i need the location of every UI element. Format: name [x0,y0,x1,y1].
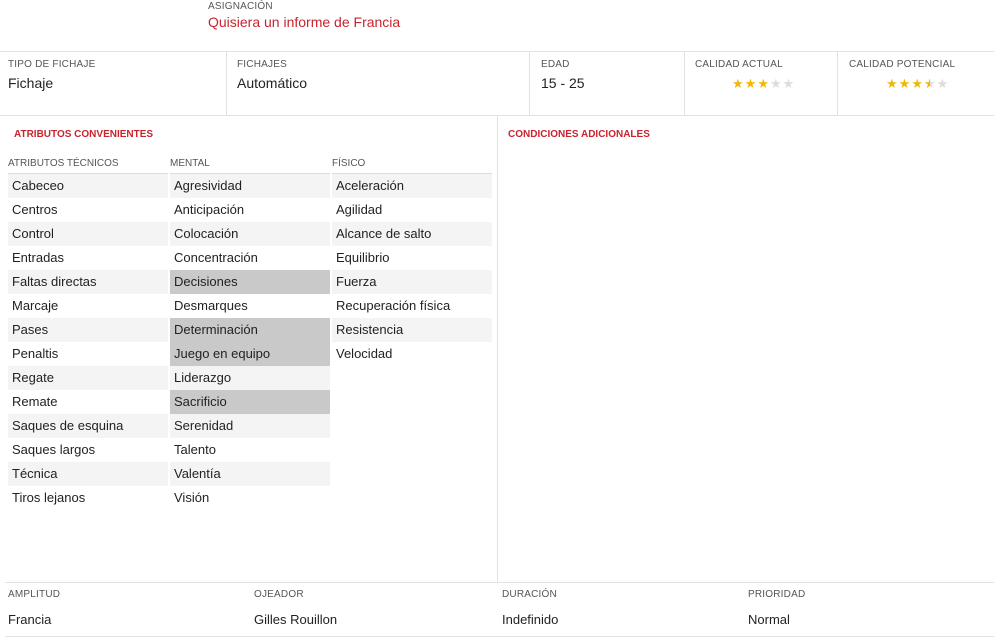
star-icon: ★ [732,76,744,91]
attribute-item[interactable]: Agresividad [170,174,330,198]
assignment-link[interactable]: Quisiera un informe de Francia [208,14,400,30]
attribute-item[interactable]: Velocidad [332,342,492,366]
calidad-potencial-label: CALIDAD POTENCIAL [849,59,956,70]
prioridad-value: Normal [748,612,790,627]
star-icon: ★ [782,76,795,91]
star-icon: ★ [886,76,898,91]
edad-label: EDAD [541,59,570,70]
attribute-item[interactable]: Sacrificio [170,390,330,414]
tecnicos-list: Cabeceo Centros Control Entradas Faltas dire… [8,174,168,510]
star-icon: ★ [936,76,949,91]
attribute-item[interactable]: Pases [8,318,168,342]
star-icon: ★ [744,76,757,91]
star-icon: ★ [898,76,911,91]
fisico-header: FÍSICO [332,158,366,169]
fisico-list: Aceleración Agilidad Alcance de salto Equil… [332,174,492,366]
attribute-item[interactable]: Remate [8,390,168,414]
atributos-section-title: ATRIBUTOS CONVENIENTES [14,129,154,140]
attribute-item[interactable]: Determinación [170,318,330,342]
tipo-value: Fichaje [8,75,54,91]
calidad-actual-stars: ★ ★ ★ ★ ★ [732,77,794,91]
star-icon: ★ [924,77,936,92]
star-icon: ★ [757,76,769,91]
mental-list: Agresividad Anticipación Colocación Concent… [170,174,330,510]
fichajes-label: FICHAJES [237,59,287,70]
attribute-item[interactable]: Cabeceo [8,174,168,198]
star-icon: ★ [769,76,782,91]
star-icon: ★ [911,76,923,91]
attribute-item[interactable]: Alcance de salto [332,222,492,246]
tecnicos-header: ATRIBUTOS TÉCNICOS [8,158,119,169]
ojeador-label: OJEADOR [254,589,304,600]
attribute-item[interactable]: Colocación [170,222,330,246]
attribute-item[interactable]: Control [8,222,168,246]
attribute-item[interactable]: Juego en equipo [170,342,330,366]
assignment-label: ASIGNACIÓN [208,1,273,12]
attribute-item[interactable]: Anticipación [170,198,330,222]
attribute-item[interactable]: Entradas [8,246,168,270]
attribute-item[interactable]: Tiros lejanos [8,486,168,510]
attribute-item[interactable]: Resistencia [332,318,492,342]
attribute-item[interactable]: Talento [170,438,330,462]
attribute-item[interactable]: Técnica [8,462,168,486]
attribute-item[interactable]: Penaltis [8,342,168,366]
attribute-item[interactable]: Regate [8,366,168,390]
attribute-item[interactable]: Agilidad [332,198,492,222]
attribute-item[interactable]: Saques largos [8,438,168,462]
attribute-item[interactable]: Fuerza [332,270,492,294]
attribute-item[interactable]: Equilibrio [332,246,492,270]
amplitud-label: AMPLITUD [8,589,61,600]
mental-header: MENTAL [170,158,210,169]
attribute-item[interactable]: Serenidad [170,414,330,438]
attribute-item[interactable]: Faltas directas [8,270,168,294]
duracion-value: Indefinido [502,612,559,627]
calidad-actual-label: CALIDAD ACTUAL [695,59,783,70]
condiciones-section-title: CONDICIONES ADICIONALES [508,129,650,140]
fichajes-value: Automático [237,75,308,91]
amplitud-value: Francia [8,612,52,627]
attribute-item[interactable]: Liderazgo [170,366,330,390]
attribute-item[interactable]: Decisiones [170,270,330,294]
attribute-item[interactable]: Aceleración [332,174,492,198]
attribute-item[interactable]: Recuperación física [332,294,492,318]
prioridad-label: PRIORIDAD [748,589,806,600]
ojeador-value: Gilles Rouillon [254,612,338,627]
attribute-item[interactable]: Visión [170,486,330,510]
edad-value: 15 - 25 [541,75,585,91]
attribute-item[interactable]: Centros [8,198,168,222]
duracion-label: DURACIÓN [502,589,557,600]
attribute-item[interactable]: Concentración [170,246,330,270]
calidad-potencial-stars: ★ ★ ★ ★ ★ [886,76,949,92]
attribute-item[interactable]: Saques de esquina [8,414,168,438]
attribute-item[interactable]: Marcaje [8,294,168,318]
attribute-item[interactable]: Valentía [170,462,330,486]
attribute-item[interactable]: Desmarques [170,294,330,318]
tipo-label: TIPO DE FICHAJE [8,59,96,70]
